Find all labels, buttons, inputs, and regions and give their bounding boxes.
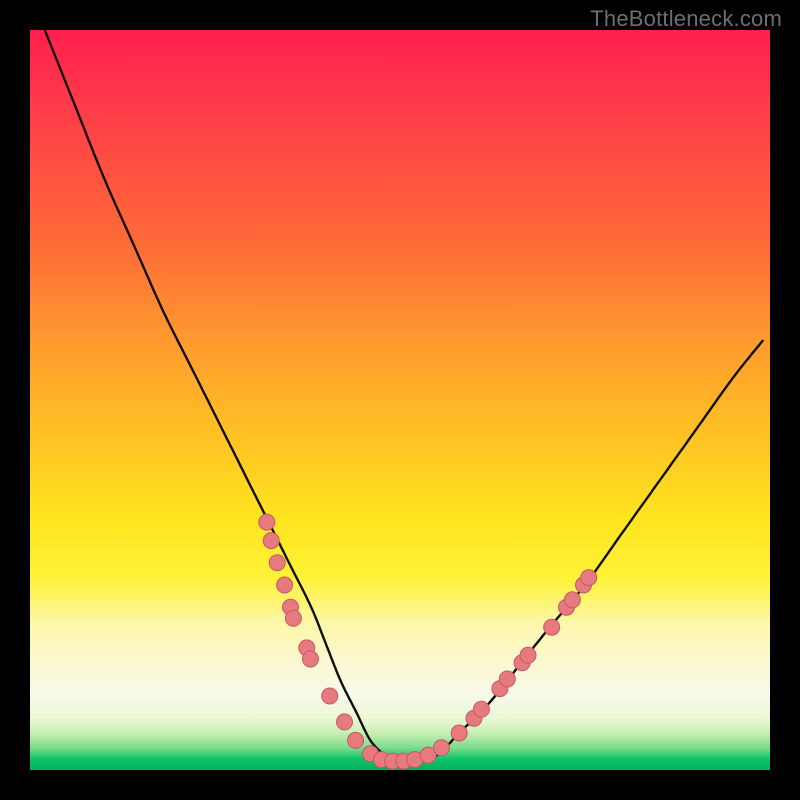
marker-dot — [263, 533, 279, 549]
marker-dot — [259, 514, 275, 530]
chart-svg — [30, 30, 770, 770]
marker-dot — [303, 651, 319, 667]
bottleneck-curve — [45, 30, 763, 764]
marker-dot — [499, 671, 515, 687]
marker-dot — [348, 732, 364, 748]
sample-markers — [259, 514, 597, 769]
marker-dot — [433, 740, 449, 756]
chart-frame: TheBottleneck.com — [0, 0, 800, 800]
marker-dot — [473, 701, 489, 717]
marker-dot — [451, 725, 467, 741]
marker-dot — [277, 577, 293, 593]
marker-dot — [269, 555, 285, 571]
marker-dot — [544, 619, 560, 635]
marker-dot — [520, 647, 536, 663]
marker-dot — [337, 714, 353, 730]
plot-area — [30, 30, 770, 770]
marker-dot — [564, 592, 580, 608]
marker-dot — [581, 570, 597, 586]
marker-dot — [322, 688, 338, 704]
marker-dot — [285, 610, 301, 626]
watermark-text: TheBottleneck.com — [590, 6, 782, 32]
